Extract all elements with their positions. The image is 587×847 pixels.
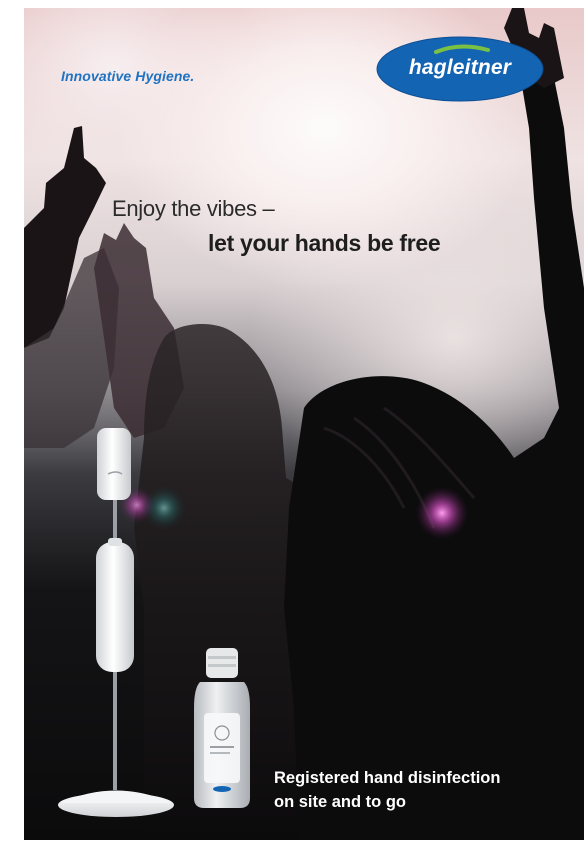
advert-poster: Innovative Hygiene. hagleitner Enjoy the… [24,8,584,840]
product-claim-line-2: on site and to go [274,793,406,811]
poster-page: Innovative Hygiene. hagleitner Enjoy the… [0,0,587,847]
product-group [58,428,250,817]
product-claim: Registered hand disinfection on site and… [274,766,500,814]
sanitizer-bottle [194,648,250,808]
product-claim-line-1: Registered hand disinfection [274,769,501,787]
dispenser-stand [58,428,174,817]
